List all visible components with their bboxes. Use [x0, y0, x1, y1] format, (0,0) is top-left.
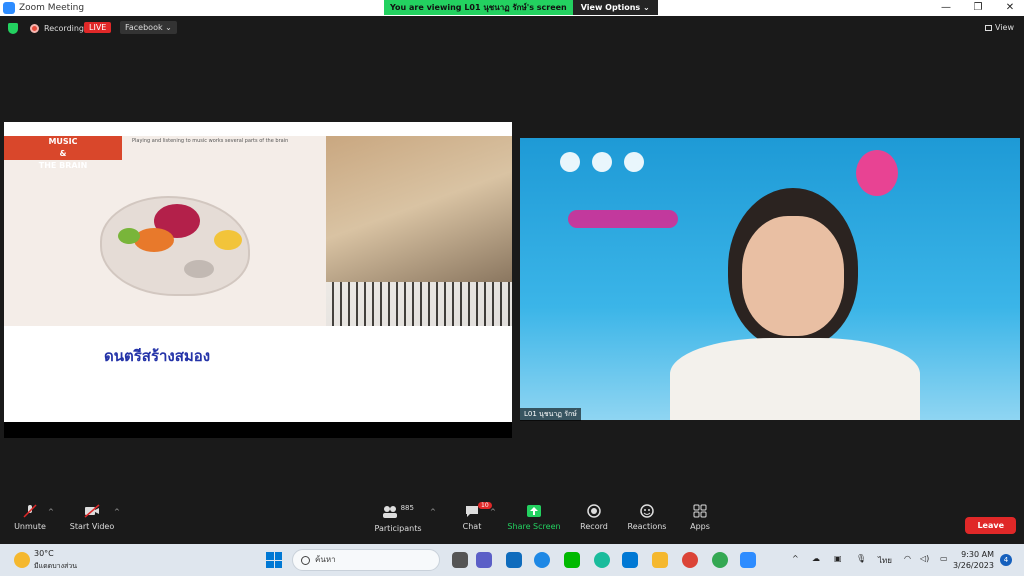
weather-desc[interactable]: มีแดดบางส่วน — [34, 561, 77, 572]
reactions-icon — [640, 504, 654, 518]
taskbar-clock[interactable]: 9:30 AM 3/26/2023 — [953, 549, 994, 571]
live-badge[interactable]: LIVE — [84, 22, 112, 33]
view-label: View — [995, 23, 1014, 32]
cloud-icon[interactable]: ☁ — [812, 554, 820, 563]
meeting-stage: MUSIC & THE BRAIN Playing and listening … — [0, 40, 1024, 500]
grid-icon — [985, 24, 993, 31]
recording-icon — [30, 24, 39, 33]
share-screen-icon — [527, 505, 541, 517]
stream-target-dropdown[interactable]: Facebook ⌄ — [120, 21, 177, 34]
file-explorer-icon[interactable] — [652, 552, 668, 568]
speaker-body — [670, 338, 920, 420]
start-video-button[interactable]: Start Video — [52, 504, 132, 531]
brain-region-auditory — [134, 228, 174, 252]
viewing-banner: You are viewing L01 นุชนาฏ รักษ์'s scree… — [384, 0, 658, 15]
weather-icon[interactable] — [14, 552, 30, 568]
meeting-topbar: Recording LIVE Facebook ⌄ View — [0, 16, 1024, 40]
brain-title: MUSIC & THE BRAIN — [4, 136, 122, 170]
apps-button[interactable]: Apps — [660, 504, 740, 531]
participants-icon — [383, 506, 398, 518]
participants-label: Participants — [374, 524, 422, 533]
security-shield-icon[interactable] — [8, 23, 18, 34]
slide-caption: ดนตรีสร้างสมอง — [104, 347, 211, 365]
battery-icon[interactable]: ▭ — [940, 554, 948, 563]
record-icon — [587, 504, 601, 518]
weather-temp[interactable]: 30°C — [34, 549, 54, 558]
apps-label: Apps — [690, 522, 710, 531]
chrome-icon[interactable] — [682, 552, 698, 568]
teams-chat-icon[interactable] — [476, 552, 492, 568]
chrome-profile-icon[interactable] — [712, 552, 728, 568]
brain-region-cerebellum — [184, 260, 214, 278]
speaker-name-tag: L01 นุชนาฏ รักษ์ — [520, 408, 581, 421]
background-avatar — [856, 150, 898, 196]
language-indicator[interactable]: ไทย — [878, 554, 892, 567]
speaker-face — [742, 216, 844, 336]
viewing-text: You are viewing L01 นุชนาฏ รักษ์'s scree… — [384, 0, 573, 15]
tray-app-icon[interactable]: ▣ — [834, 554, 842, 563]
window-title: Zoom Meeting — [19, 3, 85, 13]
notification-badge[interactable]: 4 — [1000, 554, 1012, 566]
view-options-button[interactable]: View Options ⌄ — [572, 0, 658, 15]
task-view-icon[interactable] — [452, 552, 468, 568]
participants-button[interactable]: 885 Participants — [358, 504, 438, 533]
presentation-slide: MUSIC & THE BRAIN Playing and listening … — [4, 122, 512, 422]
taskbar-search[interactable]: ค้นหา — [292, 549, 440, 571]
maximize-icon[interactable]: ❐ — [962, 0, 994, 16]
clock-date: 3/26/2023 — [952, 561, 994, 570]
background-banner — [568, 210, 678, 228]
clock-time: 9:30 AM — [961, 550, 994, 559]
minimize-icon[interactable]: — — [930, 0, 962, 16]
mail-icon[interactable] — [506, 552, 522, 568]
leave-button[interactable]: Leave — [965, 517, 1016, 534]
record-label: Record — [580, 522, 608, 531]
speaker-video[interactable] — [520, 138, 1020, 420]
line-icon[interactable] — [564, 552, 580, 568]
background-logos — [560, 152, 644, 172]
close-icon[interactable]: ✕ — [994, 0, 1024, 16]
wifi-icon[interactable]: ◠ — [904, 554, 911, 563]
brain-region-visual — [214, 230, 242, 250]
windows-taskbar: 30°C มีแดดบางส่วน ค้นหา ^ ☁ ▣ 🎙 ไทย ◠ ◁)… — [0, 544, 1024, 576]
store-icon[interactable] — [622, 552, 638, 568]
edge-icon[interactable] — [594, 552, 610, 568]
apps-icon — [693, 504, 707, 518]
zoom-taskbar-icon[interactable] — [740, 552, 756, 568]
meeting-toolbar: Unmute ^ Start Video ^ 885 Participants … — [0, 500, 1024, 544]
brain-subtitle: Playing and listening to music works sev… — [132, 138, 289, 144]
participants-count: 885 — [400, 504, 414, 512]
share-screen-label: Share Screen — [507, 522, 561, 531]
video-off-icon — [84, 504, 100, 518]
help-icon[interactable] — [534, 552, 550, 568]
shared-screen: MUSIC & THE BRAIN Playing and listening … — [4, 122, 512, 438]
mic-muted-icon — [23, 504, 37, 518]
mic-tray-icon[interactable]: 🎙 — [856, 554, 866, 563]
zoom-logo-icon — [3, 2, 15, 14]
piano-keys — [326, 282, 512, 326]
volume-icon[interactable]: ◁) — [920, 554, 929, 563]
tray-overflow-icon[interactable]: ^ — [792, 554, 799, 563]
view-button[interactable]: View — [985, 23, 1014, 32]
recording-label: Recording — [44, 24, 85, 33]
unmute-label: Unmute — [14, 522, 46, 531]
start-video-label: Start Video — [69, 522, 115, 531]
brain-region-motor — [118, 228, 140, 244]
video-options-caret[interactable]: ^ — [114, 508, 120, 516]
chat-label: Chat — [462, 522, 482, 531]
windows-start-icon[interactable] — [266, 552, 282, 568]
